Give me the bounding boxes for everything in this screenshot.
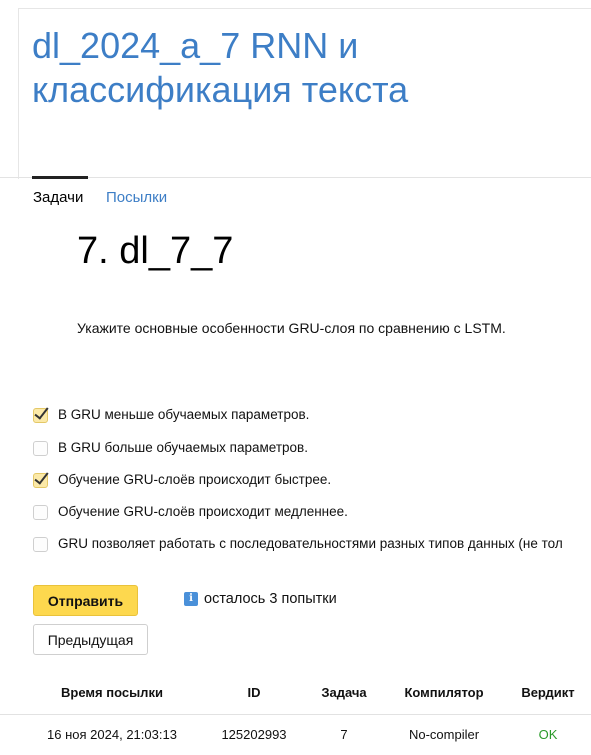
answer-option-3[interactable]: Обучение GRU-слоёв происходит быстрее.: [33, 470, 591, 490]
cell-problem: 7: [340, 727, 348, 742]
info-icon: i: [184, 592, 198, 606]
previous-problem-button[interactable]: Предыдущая: [33, 624, 148, 655]
active-tab-indicator: [32, 176, 88, 179]
table-row-divider: [0, 714, 591, 715]
checkbox-unchecked[interactable]: [33, 504, 48, 520]
answer-option-5[interactable]: GRU позволяет работать с последовательно…: [33, 534, 591, 554]
option-label: В GRU меньше обучаемых параметров.: [58, 407, 310, 422]
tab-submissions[interactable]: Посылки: [106, 189, 167, 207]
column-header-compiler: Компилятор: [404, 685, 484, 700]
cell-submission-time: 16 ноя 2024, 21:03:13: [47, 727, 177, 742]
tabs-divider: [0, 177, 591, 178]
answer-option-1[interactable]: В GRU меньше обучаемых параметров.: [33, 405, 591, 425]
attempts-info: i осталось 3 попытки: [184, 591, 337, 607]
submit-button[interactable]: Отправить: [33, 585, 138, 616]
cell-verdict: OK: [538, 727, 558, 742]
column-header-verdict: Вердикт: [521, 685, 575, 700]
option-label: В GRU больше обучаемых параметров.: [58, 440, 308, 455]
checkbox-unchecked[interactable]: [33, 536, 48, 552]
checkbox-checked[interactable]: [33, 472, 48, 488]
option-label: Обучение GRU-слоёв происходит быстрее.: [58, 472, 332, 487]
column-header-problem: Задача: [321, 685, 367, 700]
option-label: Обучение GRU-слоёв происходит медленнее.: [58, 504, 348, 519]
checkbox-checked[interactable]: [33, 407, 48, 423]
answer-option-2[interactable]: В GRU больше обучаемых параметров.: [33, 438, 591, 458]
option-label: GRU позволяет работать с последовательно…: [58, 536, 563, 551]
checkbox-unchecked[interactable]: [33, 440, 48, 456]
tab-tasks[interactable]: Задачи: [33, 189, 83, 207]
cell-submission-id[interactable]: 125202993: [214, 727, 294, 742]
attempts-text: осталось 3 попытки: [204, 591, 337, 607]
problem-statement: Укажите основные особенности GRU-слоя по…: [77, 320, 506, 336]
problem-title: 7. dl_7_7: [77, 230, 234, 272]
contest-title: dl_2024_a_7 RNN и классификация текста: [32, 25, 409, 110]
column-header-id: ID: [247, 685, 261, 700]
answer-option-4[interactable]: Обучение GRU-слоёв происходит медленнее.: [33, 502, 591, 522]
cell-compiler: No-compiler: [408, 727, 480, 742]
column-header-time: Время посылки: [61, 685, 163, 700]
